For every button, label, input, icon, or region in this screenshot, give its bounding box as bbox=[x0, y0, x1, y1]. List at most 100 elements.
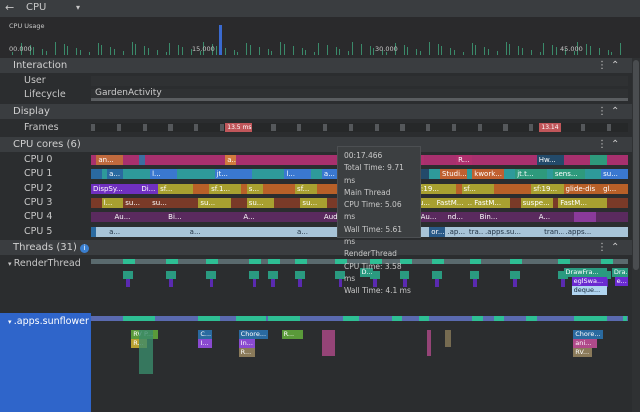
more-options-icon[interactable]: ⋮ bbox=[597, 139, 607, 150]
trace-slice[interactable]: R... bbox=[282, 330, 303, 339]
cpu-slice[interactable] bbox=[91, 169, 102, 179]
cpu-slice[interactable]: su... bbox=[300, 198, 327, 208]
thread-running[interactable] bbox=[472, 316, 483, 321]
trace-slice[interactable] bbox=[139, 330, 152, 374]
cpu-slice[interactable]: DispSy... bbox=[91, 184, 139, 194]
frame-bar[interactable] bbox=[143, 124, 147, 131]
cpu-slice[interactable]: l... bbox=[284, 169, 311, 179]
cpu-slice[interactable]: Hw... bbox=[537, 155, 564, 165]
thread-running[interactable] bbox=[166, 259, 178, 264]
cpu-slice[interactable] bbox=[590, 155, 606, 165]
trace-slice[interactable] bbox=[445, 330, 450, 347]
thread-running[interactable] bbox=[432, 259, 444, 264]
cpu-slice[interactable]: jt.t... bbox=[515, 169, 547, 179]
trace-slice[interactable]: RV... bbox=[573, 348, 592, 357]
frame-bar[interactable] bbox=[91, 124, 95, 131]
lifecycle-track[interactable]: GardenActivity bbox=[91, 89, 628, 101]
thread-running[interactable] bbox=[206, 259, 218, 264]
cpu-slice[interactable]: a... bbox=[107, 227, 134, 237]
frame-slow[interactable]: 13.14 bbox=[539, 123, 560, 132]
cpu-slice[interactable]: su... bbox=[247, 198, 274, 208]
frame-bar[interactable] bbox=[452, 124, 456, 131]
more-options-icon[interactable]: ⋮ bbox=[597, 242, 607, 253]
thread-running[interactable] bbox=[494, 316, 505, 321]
frame-bar[interactable] bbox=[117, 124, 121, 131]
display-header[interactable]: Display bbox=[0, 104, 632, 119]
cpu-cores-header[interactable]: CPU cores (6) bbox=[0, 137, 632, 152]
cpu-slice[interactable]: a... bbox=[107, 169, 123, 179]
thread-running[interactable] bbox=[268, 259, 280, 264]
cpu-slice[interactable]: Studi... bbox=[440, 169, 467, 179]
cpu-slice[interactable]: .ap... bbox=[445, 227, 466, 237]
trace-slice[interactable] bbox=[339, 279, 343, 287]
cpu-slice[interactable]: l... bbox=[150, 169, 177, 179]
collapse-icon[interactable]: ⌃ bbox=[611, 106, 619, 117]
thread-running[interactable] bbox=[123, 259, 135, 264]
cpu-slice[interactable]: su... bbox=[150, 198, 177, 208]
collapse-icon[interactable]: ⌃ bbox=[611, 242, 619, 253]
trace-slice[interactable]: deque... bbox=[572, 286, 607, 295]
cpu-slice[interactable]: su... bbox=[601, 169, 628, 179]
thread-running[interactable] bbox=[601, 259, 613, 264]
cpu-slice[interactable]: sf... bbox=[158, 184, 193, 194]
trace-slice[interactable] bbox=[322, 330, 335, 356]
cpu-slice[interactable]: tra... bbox=[467, 227, 483, 237]
frame-bar[interactable] bbox=[297, 124, 301, 131]
vertical-scrollbar[interactable] bbox=[632, 58, 640, 412]
cpu-slice[interactable]: FastM... bbox=[472, 198, 510, 208]
cpu-slice[interactable]: tran... bbox=[542, 227, 563, 237]
trace-slice[interactable] bbox=[126, 279, 130, 287]
thread-running[interactable] bbox=[558, 259, 570, 264]
frame-bar[interactable] bbox=[400, 124, 404, 131]
trace-slice[interactable] bbox=[432, 271, 442, 279]
thread-running[interactable] bbox=[510, 259, 522, 264]
frame-bar[interactable] bbox=[271, 124, 275, 131]
lifecycle-activity[interactable]: GardenActivity bbox=[95, 88, 162, 98]
thread-running[interactable] bbox=[574, 316, 606, 321]
cpu-slice[interactable]: l... bbox=[102, 198, 123, 208]
threads-header[interactable]: Threads (31) i bbox=[0, 240, 632, 255]
sunflower-thread-label[interactable]: ▾ .apps.sunflower bbox=[0, 313, 91, 412]
chevron-down-icon[interactable]: ▾ bbox=[76, 3, 80, 12]
trace-slice[interactable]: ani... bbox=[573, 339, 597, 348]
trace-slice[interactable] bbox=[166, 271, 176, 279]
thread-state-bar[interactable] bbox=[91, 316, 628, 321]
trace-slice[interactable] bbox=[513, 279, 517, 287]
usage-selection-marker[interactable] bbox=[219, 25, 222, 55]
frame-bar[interactable] bbox=[194, 124, 198, 131]
trace-slice[interactable] bbox=[206, 271, 216, 279]
thread-running[interactable] bbox=[343, 316, 359, 321]
back-arrow-icon[interactable]: ← bbox=[5, 1, 14, 14]
cpu-slice[interactable] bbox=[139, 155, 144, 165]
frame-bar[interactable] bbox=[220, 124, 224, 131]
cpu-slice[interactable]: FastM... bbox=[435, 198, 467, 208]
frame-bar[interactable] bbox=[349, 124, 353, 131]
cpu-slice[interactable]: glide-dis... bbox=[564, 184, 596, 194]
trace-slice[interactable] bbox=[268, 271, 278, 279]
sunflower-thread-track[interactable]: RV P...R...C...I...Chore...In...R...R...… bbox=[91, 313, 628, 412]
cpu-slice[interactable]: sf... bbox=[462, 184, 494, 194]
cpu-slice[interactable] bbox=[91, 227, 96, 237]
cpu-slice[interactable]: s... bbox=[247, 184, 263, 194]
frame-bar[interactable] bbox=[607, 124, 611, 131]
trace-slice[interactable] bbox=[510, 271, 520, 279]
trace-slice[interactable]: R... bbox=[239, 348, 255, 357]
trace-slice[interactable]: eglSwa... bbox=[572, 277, 607, 286]
trace-slice[interactable] bbox=[271, 279, 275, 287]
frame-bar[interactable] bbox=[529, 124, 533, 131]
frame-bar[interactable] bbox=[503, 124, 507, 131]
thread-running[interactable] bbox=[236, 316, 266, 321]
cpu-slice[interactable]: a... bbox=[225, 155, 236, 165]
cpu-slice[interactable]: .apps... bbox=[564, 227, 607, 237]
trace-slice[interactable] bbox=[249, 271, 259, 279]
trace-slice[interactable] bbox=[123, 271, 133, 279]
thread-running[interactable] bbox=[268, 316, 300, 321]
more-options-icon[interactable]: ⋮ bbox=[597, 106, 607, 117]
thread-running[interactable] bbox=[623, 316, 627, 321]
trace-slice[interactable]: e... bbox=[615, 277, 628, 286]
trace-slice[interactable] bbox=[561, 279, 565, 287]
cpu-slice[interactable]: .apps.su... bbox=[483, 227, 531, 237]
cpu-slice[interactable]: su... bbox=[198, 198, 230, 208]
trace-slice[interactable] bbox=[169, 279, 173, 287]
thread-running[interactable] bbox=[295, 259, 307, 264]
